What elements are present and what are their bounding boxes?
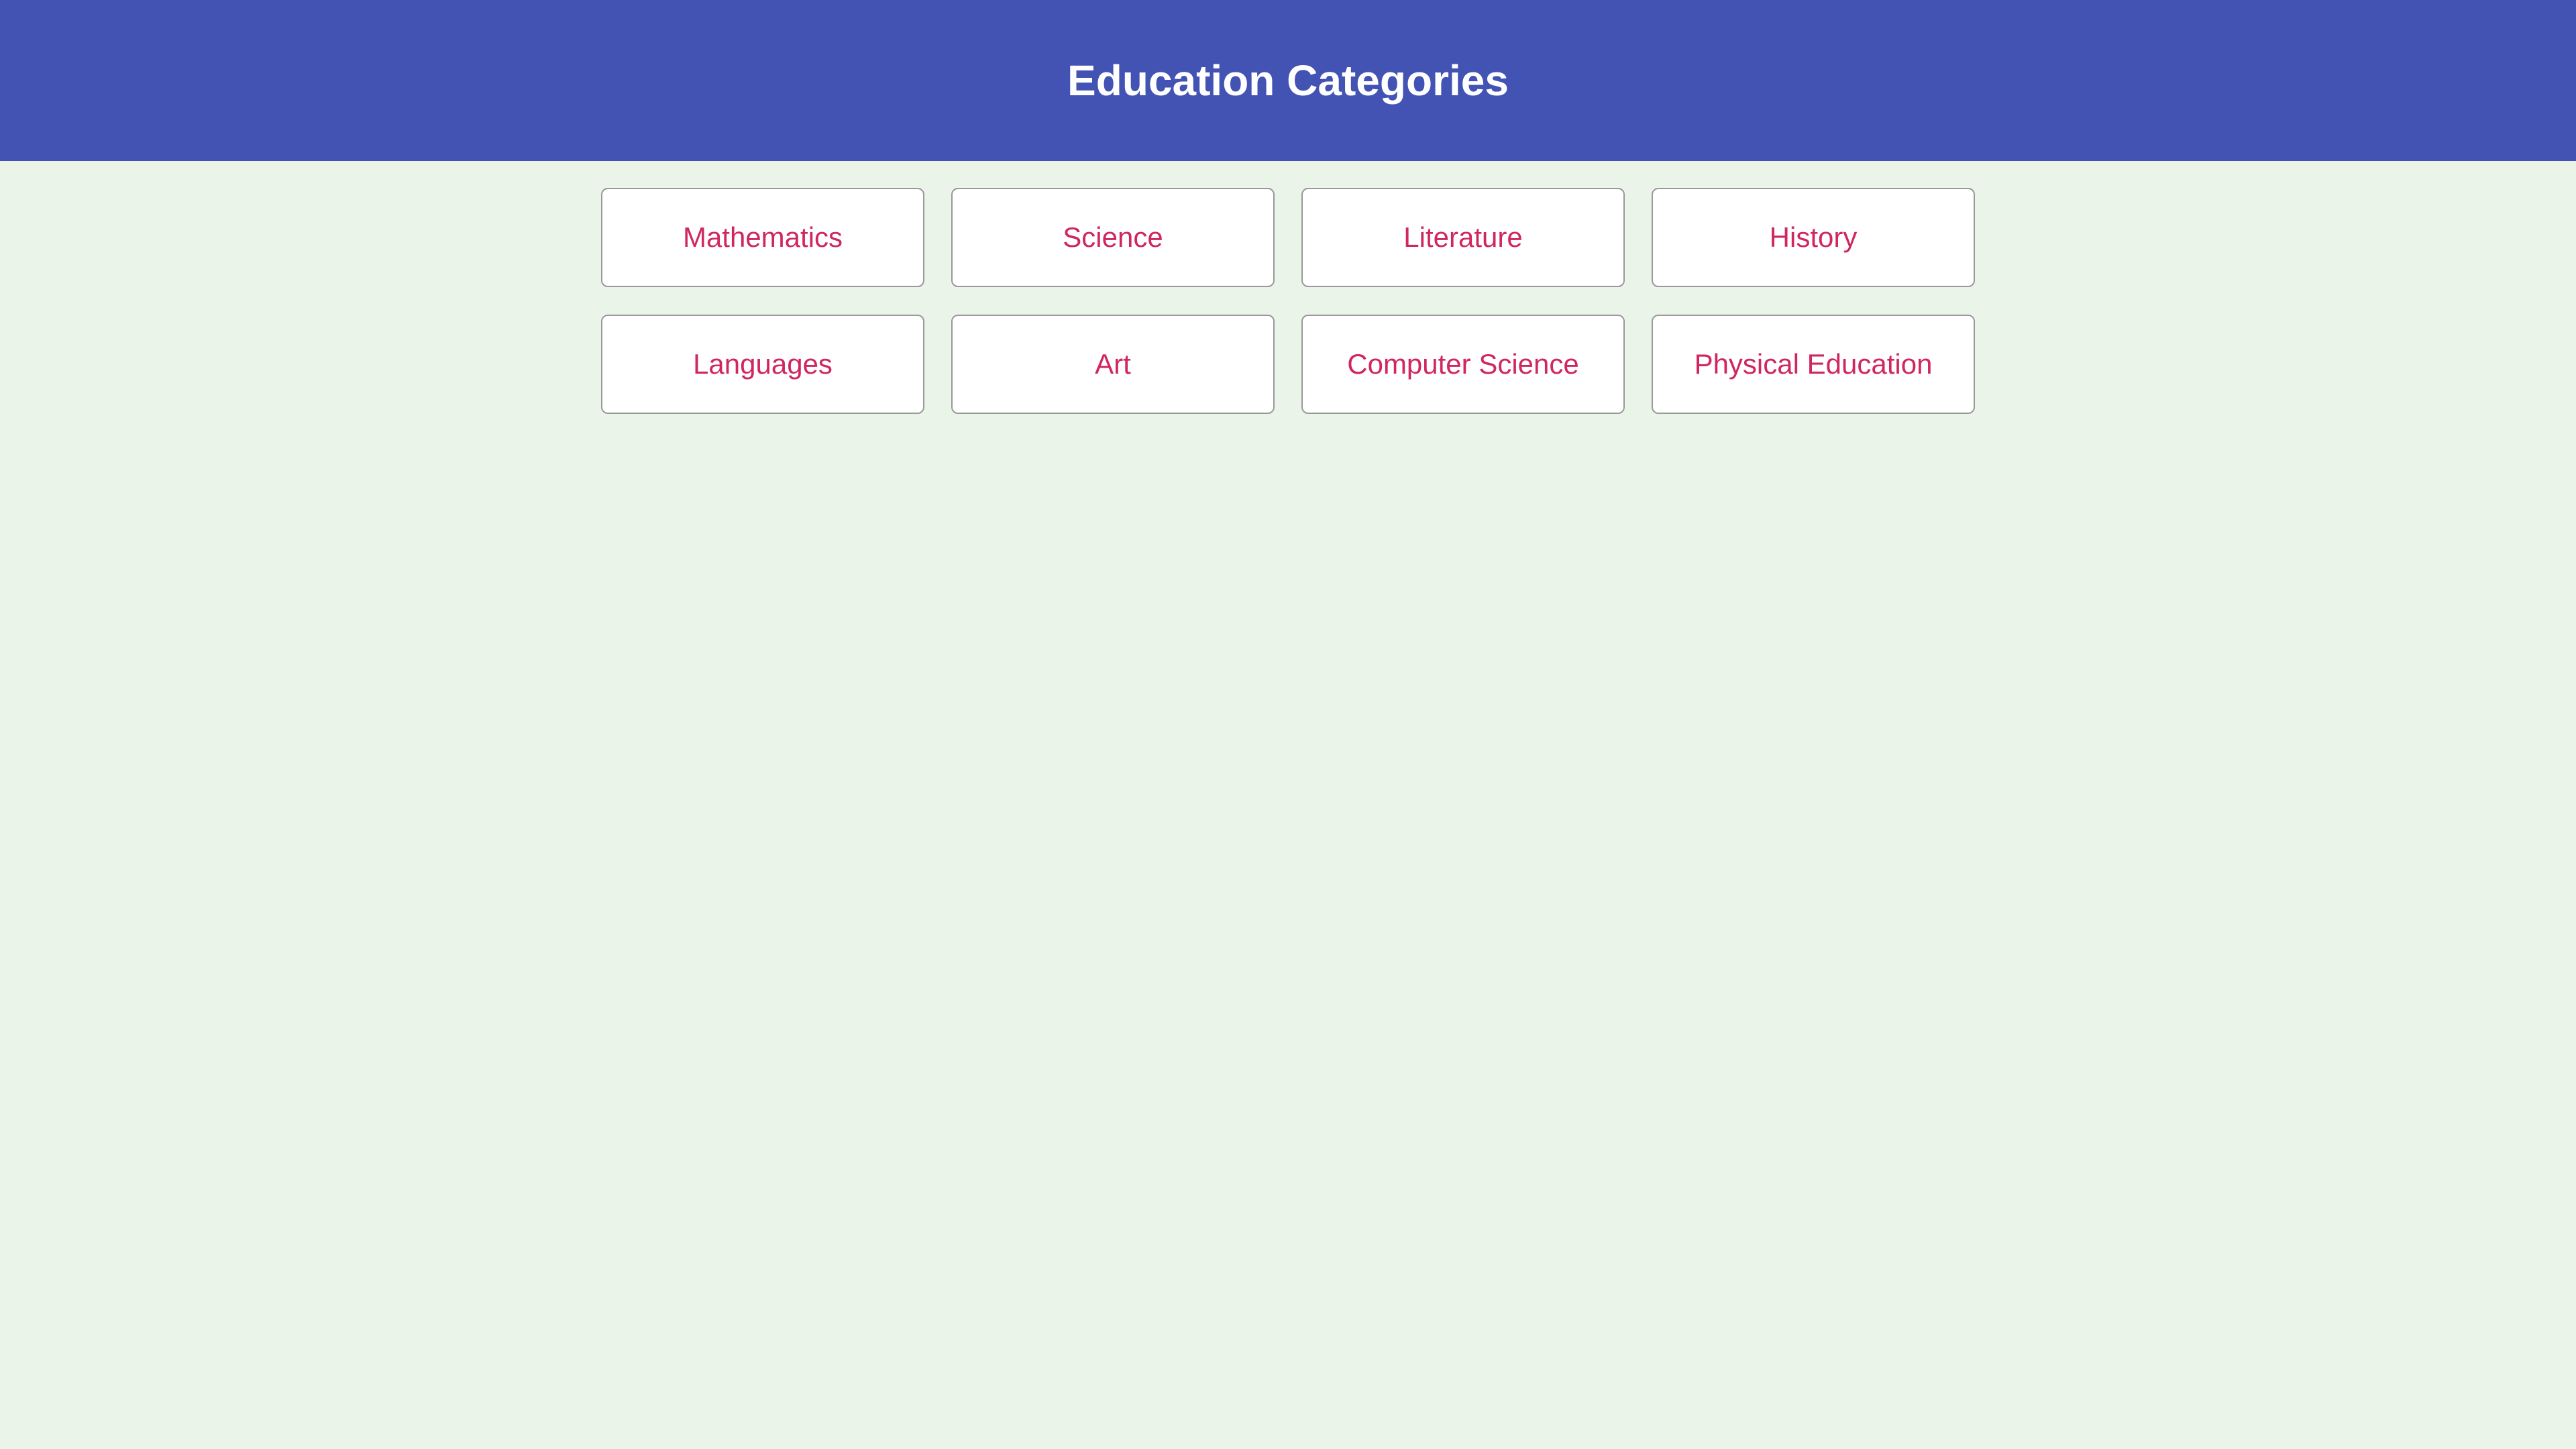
category-label: Mathematics: [682, 221, 843, 253]
category-label: Art: [1095, 348, 1131, 380]
category-card-mathematics[interactable]: Mathematics: [601, 188, 924, 287]
category-card-computer-science[interactable]: Computer Science: [1301, 315, 1625, 414]
category-label: Languages: [693, 348, 833, 380]
category-card-literature[interactable]: Literature: [1301, 188, 1625, 287]
category-label: Physical Education: [1694, 348, 1933, 380]
category-card-history[interactable]: History: [1652, 188, 1975, 287]
category-label: Computer Science: [1347, 348, 1579, 380]
category-card-physical-education[interactable]: Physical Education: [1652, 315, 1975, 414]
category-grid: Mathematics Science Literature History L…: [601, 188, 1975, 414]
page-header: Education Categories: [0, 0, 2576, 161]
category-label: Literature: [1403, 221, 1523, 253]
category-card-languages[interactable]: Languages: [601, 315, 924, 414]
page-title: Education Categories: [1067, 56, 1509, 105]
category-card-art[interactable]: Art: [951, 315, 1275, 414]
category-label: Science: [1063, 221, 1163, 253]
category-card-science[interactable]: Science: [951, 188, 1275, 287]
category-label: History: [1769, 221, 1858, 253]
